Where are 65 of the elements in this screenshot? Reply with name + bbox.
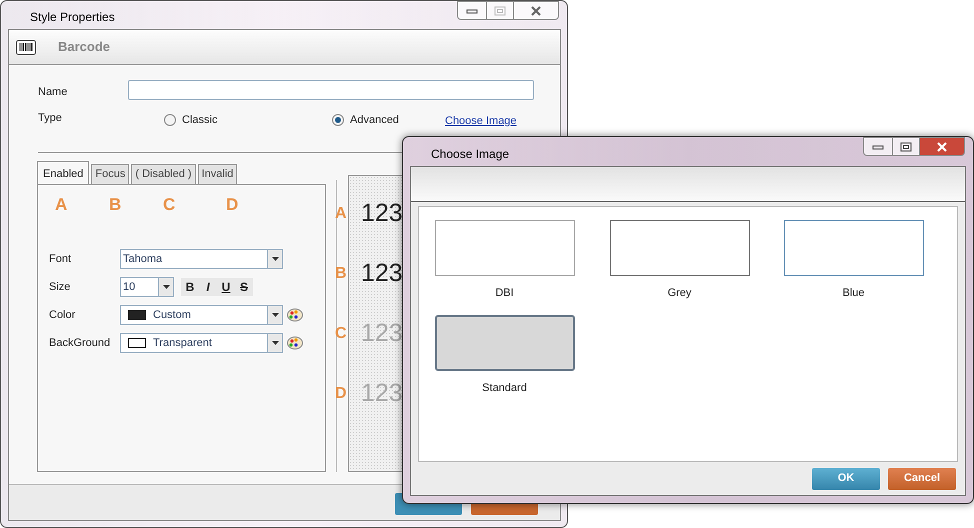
close-icon [530, 6, 542, 16]
format-button[interactable]: S [235, 278, 253, 296]
tab[interactable]: Invalid [198, 164, 238, 185]
minimize-button[interactable] [457, 1, 487, 20]
close-icon [936, 142, 948, 152]
dropdown-value: Transparent [153, 336, 213, 351]
dropdown[interactable]: 10 [120, 277, 174, 297]
sample-text: 123 [361, 318, 403, 349]
style-label: Standard [482, 381, 527, 396]
style-thumbnail[interactable] [610, 220, 750, 276]
minimize-button[interactable] [863, 137, 893, 156]
header-title: Barcode [58, 38, 110, 56]
sample-text: 123 [361, 378, 403, 409]
tab[interactable]: ( Disabled ) [131, 164, 196, 185]
tab[interactable]: Focus [91, 164, 130, 185]
style-label: Grey [668, 286, 692, 301]
state-letter: B [335, 264, 347, 284]
window-title: Style Properties [30, 9, 115, 26]
radio-button[interactable] [332, 114, 344, 126]
style-label: DBI [495, 286, 514, 301]
field-label: Color [49, 308, 76, 323]
field-label: BackGround [49, 336, 112, 351]
field-label: Font [49, 252, 72, 267]
radio-button[interactable] [164, 114, 176, 126]
close-button[interactable] [919, 137, 965, 156]
maximize-button[interactable] [893, 137, 919, 156]
format-button[interactable]: U [217, 278, 235, 296]
palette-icon[interactable] [287, 336, 303, 350]
state-letter: A [335, 204, 347, 224]
style-thumbnail[interactable] [434, 220, 574, 276]
barcode-icon [16, 40, 36, 54]
dropdown[interactable]: Custom [120, 305, 283, 325]
palette-icon[interactable] [287, 308, 303, 322]
field-label: Name [38, 85, 68, 100]
choose-image-link[interactable]: Choose Image [445, 113, 517, 130]
state-letter: B [109, 194, 122, 216]
style-thumbnail[interactable] [784, 220, 924, 276]
radio-label: Classic [182, 113, 218, 128]
close-button[interactable] [513, 1, 559, 20]
sample-text: 123 [361, 258, 403, 289]
radio-label: Advanced [350, 113, 399, 128]
format-button[interactable]: I [199, 278, 217, 296]
minimize-icon [466, 8, 478, 14]
dropdown[interactable]: Transparent [120, 333, 283, 353]
input-field[interactable] [128, 80, 534, 100]
state-letter: C [335, 324, 347, 344]
dialog-title: Choose Image [431, 146, 510, 163]
dropdown-value: 10 [122, 280, 136, 295]
dropdown[interactable]: Tahoma [120, 249, 283, 269]
style-label: Blue [842, 286, 865, 301]
format-button[interactable]: B [181, 278, 199, 296]
state-letter: D [335, 384, 347, 404]
minimize-icon [872, 144, 884, 150]
style-thumbnail[interactable] [434, 315, 574, 371]
dropdown-value: Tahoma [122, 252, 164, 267]
sample-text: 123 [361, 198, 403, 229]
field-label: Type [38, 111, 62, 126]
maximize-icon [900, 142, 912, 152]
state-letter: C [163, 194, 176, 216]
maximize-icon [494, 6, 506, 16]
state-letter: D [226, 194, 238, 216]
state-letter: A [55, 194, 68, 216]
field-label: Size [49, 280, 72, 295]
tab[interactable]: Enabled [37, 161, 90, 186]
dropdown-value: Custom [153, 308, 192, 323]
